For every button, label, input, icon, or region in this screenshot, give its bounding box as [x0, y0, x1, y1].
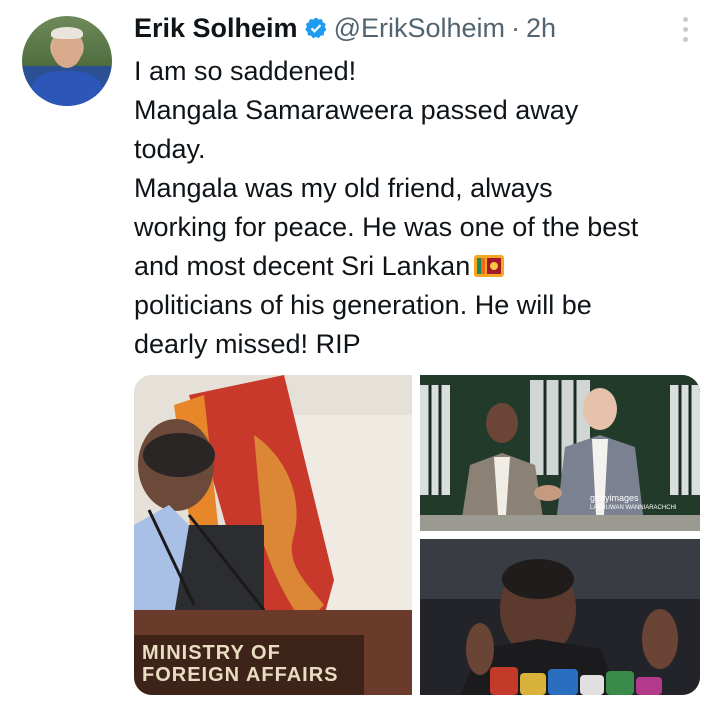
tweet-line: and most decent Sri Lankan: [134, 251, 471, 281]
photo-handshake[interactable]: gettyimages LAKRUWAN WANNIARACHCHI: [420, 375, 700, 531]
verified-badge-icon: [304, 17, 326, 39]
avatar-shirt: [32, 71, 102, 106]
media-grid: MINISTRY OF FOREIGN AFFAIRS gettyimages …: [134, 375, 700, 695]
avatar-hair: [51, 27, 83, 39]
tweet-line: Mangala Samaraweera passed away: [134, 95, 579, 125]
tweet-header: Erik Solheim @ErikSolheim · 2h: [134, 8, 556, 48]
tweet-line: politicians of his generation. He will b…: [134, 290, 592, 320]
tweet-time[interactable]: 2h: [526, 13, 556, 44]
author-avatar[interactable]: [22, 16, 112, 106]
getty-watermark: gettyimages LAKRUWAN WANNIARACHCHI: [590, 493, 677, 513]
getty-logo-text: gettyimages: [590, 493, 639, 503]
author-name[interactable]: Erik Solheim: [134, 13, 298, 44]
tweet-line: today.: [134, 134, 206, 164]
header-separator: ·: [511, 12, 521, 43]
podium-sign: MINISTRY OF FOREIGN AFFAIRS: [142, 642, 372, 686]
tweet-line: Mangala was my old friend, always: [134, 173, 553, 203]
photo-minister-at-podium[interactable]: MINISTRY OF FOREIGN AFFAIRS: [134, 375, 412, 695]
author-handle[interactable]: @ErikSolheim: [334, 13, 505, 44]
tweet-line: dearly missed! RIP: [134, 329, 361, 359]
sri-lanka-flag-icon: [474, 255, 505, 277]
tweet-line: I am so saddened!: [134, 56, 357, 86]
podium-line: MINISTRY OF: [142, 642, 281, 664]
tweet-line: working for peace. He was one of the bes…: [134, 212, 639, 242]
press-photo-art: [420, 539, 700, 695]
tweet-text: I am so saddened! Mangala Samaraweera pa…: [134, 52, 710, 364]
getty-credit-text: LAKRUWAN WANNIARACHCHI: [590, 505, 677, 511]
podium-line: FOREIGN AFFAIRS: [142, 664, 339, 686]
photo-press-conference[interactable]: [420, 539, 700, 695]
more-options-icon[interactable]: [670, 12, 700, 48]
